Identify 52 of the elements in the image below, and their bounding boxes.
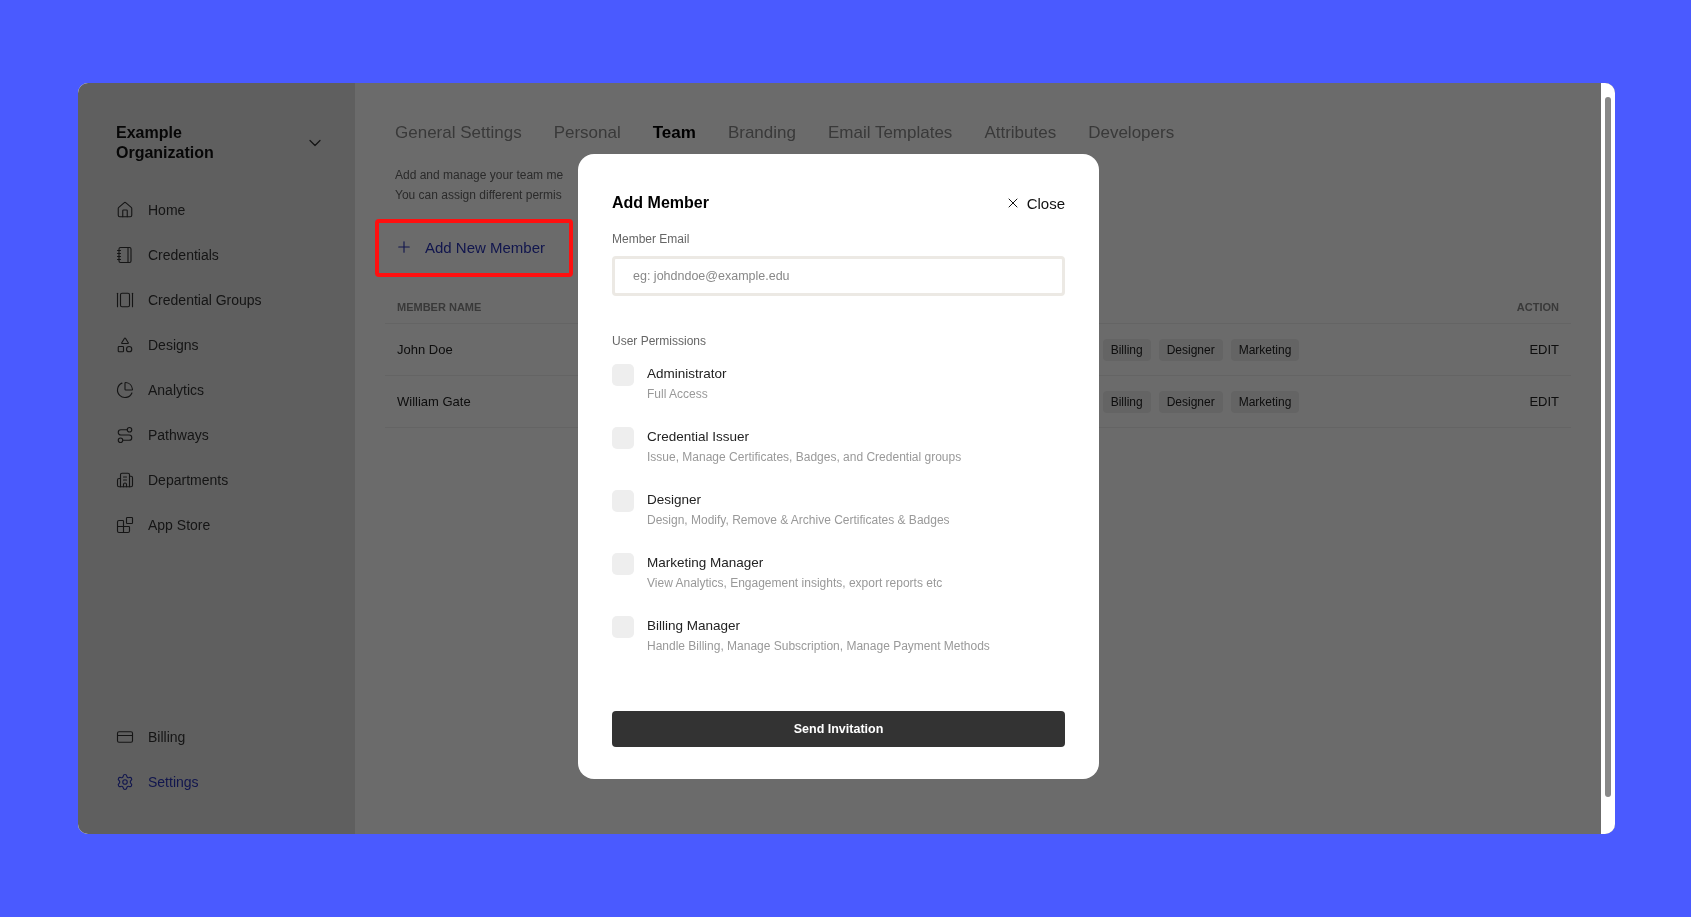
sidebar-item[interactable]: Billing bbox=[116, 714, 325, 759]
route-icon bbox=[116, 425, 134, 444]
organization-name: Example Organization bbox=[116, 123, 215, 163]
house-icon bbox=[116, 200, 134, 219]
edit-link[interactable]: EDIT bbox=[1529, 342, 1559, 357]
description-text: Add and manage your team me bbox=[394, 167, 564, 184]
sidebar-item[interactable]: App Store bbox=[116, 502, 325, 547]
sidebar-item[interactable]: Designs bbox=[116, 322, 325, 367]
shapes-icon bbox=[116, 335, 134, 354]
member-name: John Doe bbox=[397, 342, 453, 357]
permission-name: Credential Issuer bbox=[647, 429, 751, 444]
plus-icon bbox=[395, 238, 413, 256]
role-tag: Billing bbox=[1102, 390, 1151, 413]
role-tag: Marketing bbox=[1230, 338, 1300, 361]
pie-chart-icon bbox=[116, 380, 134, 399]
permission-name: Marketing Manager bbox=[647, 555, 765, 570]
permission-description: Handle Billing, Manage Subscription, Manage Payment Methods bbox=[647, 639, 990, 653]
sidebar-item[interactable]: Analytics bbox=[116, 367, 325, 412]
description-text: You can assign different permis bbox=[394, 187, 562, 204]
send-invitation-button[interactable]: Send Invitation bbox=[612, 711, 1065, 747]
permission-description: Issue, Manage Certificates, Badges, and Credential groups bbox=[647, 450, 962, 464]
notebook-icon bbox=[116, 245, 134, 264]
email-field[interactable]: eg: johdndoe@example.edu bbox=[612, 256, 1065, 296]
member-name: William Gate bbox=[397, 394, 471, 409]
sidebar-item[interactable]: Home bbox=[116, 187, 325, 232]
permission-description: Full Access bbox=[647, 387, 709, 401]
role-tag: Billing bbox=[1102, 338, 1151, 361]
sidebar-item[interactable]: Credentials bbox=[116, 232, 325, 277]
sidebar-item[interactable]: Credential Groups bbox=[116, 277, 325, 322]
dialog-title: Add Member bbox=[612, 194, 709, 212]
field-label: Member Email bbox=[612, 232, 691, 246]
section-label: User Permissions bbox=[612, 334, 708, 348]
role-tag: Designer bbox=[1158, 390, 1223, 413]
sidebar-item[interactable]: Settings bbox=[116, 759, 325, 804]
scrollbar[interactable] bbox=[1601, 83, 1615, 834]
sidebar-item[interactable]: Departments bbox=[116, 457, 325, 502]
panels-icon bbox=[116, 290, 134, 309]
sidebar-item[interactable]: Pathways bbox=[116, 412, 325, 457]
close-button[interactable]: Close bbox=[1004, 194, 1065, 212]
settings-icon bbox=[116, 772, 134, 791]
edit-link[interactable]: EDIT bbox=[1529, 394, 1559, 409]
building-icon bbox=[116, 470, 134, 489]
blocks-icon bbox=[116, 515, 134, 534]
tab[interactable]: Team bbox=[652, 123, 696, 143]
permission-name: Billing Manager bbox=[647, 618, 742, 633]
role-tag: Marketing bbox=[1230, 390, 1300, 413]
permission-name: Designer bbox=[647, 492, 703, 507]
permission-description: Design, Modify, Remove & Archive Certificates & Badges bbox=[647, 513, 950, 527]
permission-name: Administrator bbox=[647, 366, 727, 381]
add-member-button[interactable]: Add New Member bbox=[395, 227, 546, 267]
permission-description: View Analytics, Engagement insights, export reports etc bbox=[647, 576, 943, 590]
role-tag: Designer bbox=[1158, 338, 1223, 361]
